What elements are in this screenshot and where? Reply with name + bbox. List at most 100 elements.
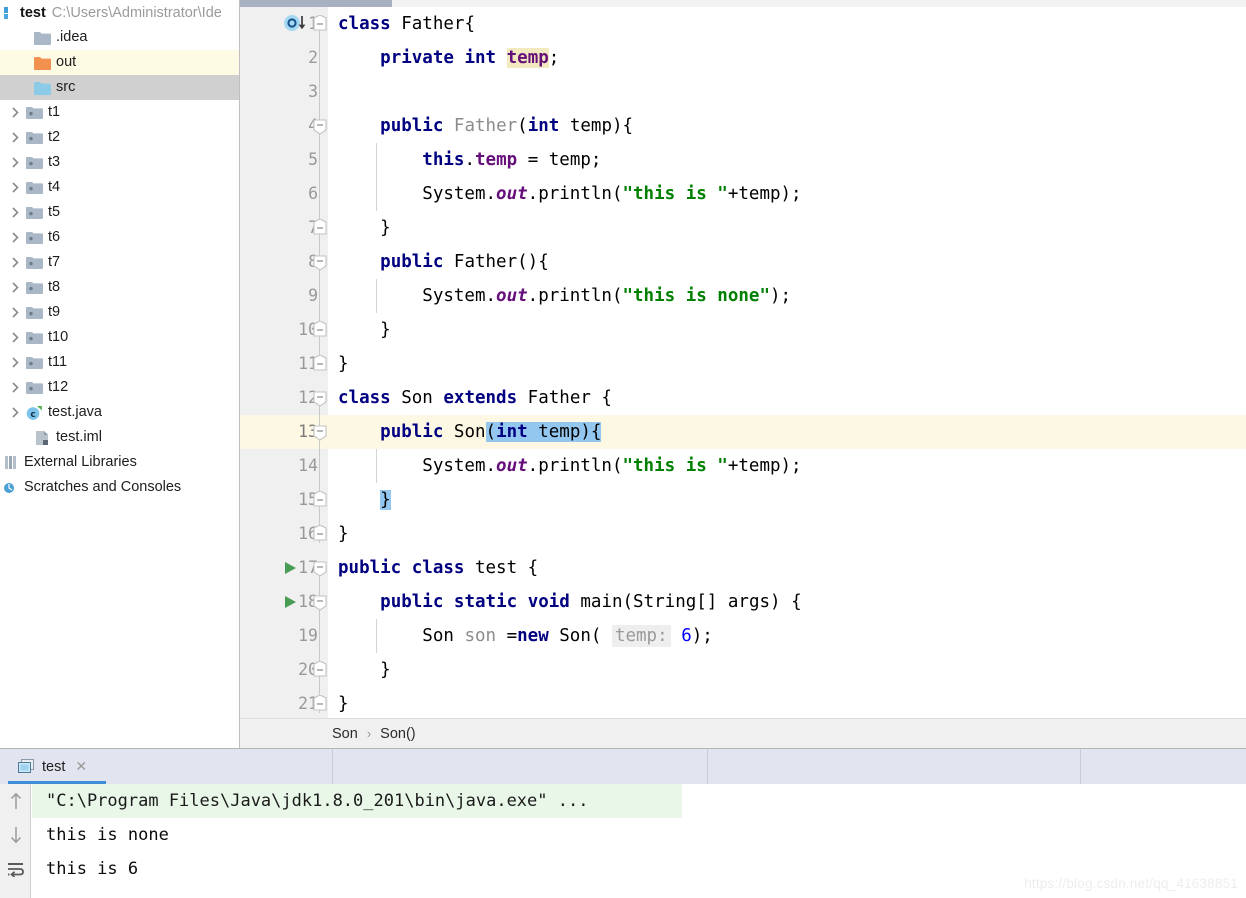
line-number: 20 [298,660,318,679]
fold-marker-expand[interactable] [312,483,328,517]
tree-expand-arrow-icon[interactable] [6,207,24,218]
editor-gutter[interactable]: 1 2 3 4 5 6 7 8 9 10 11 12 13 14 15 16 17 18 19 20 21 [240,7,329,718]
tree-expand-arrow-icon[interactable] [6,132,24,143]
arrow-up-icon[interactable] [0,784,31,818]
run-tab-test[interactable]: test ✕ [6,749,97,784]
package-icon [24,129,44,147]
tree-expand-arrow-icon[interactable] [6,282,24,293]
package-icon [24,379,44,397]
tree-item-t10[interactable]: t10 [0,325,239,350]
code-line[interactable]: System.out.println("this is "+temp); [328,449,1246,483]
console-output[interactable]: "C:\Program Files\Java\jdk1.8.0_201\bin\… [32,784,1246,898]
code-line[interactable]: } [328,483,1246,517]
folder-blue-icon [32,79,52,97]
code-line[interactable]: Son son =new Son( temp: 6); [328,619,1246,653]
tree-item-label: src [56,79,76,96]
code-line[interactable]: class Son extends Father { [328,381,1246,415]
console-toolbar[interactable] [0,784,31,898]
code-line[interactable]: } [328,211,1246,245]
folder-gray-icon [32,29,52,47]
tree-item-t8[interactable]: t8 [0,275,239,300]
tree-item-t4[interactable]: t4 [0,175,239,200]
code-line[interactable]: this.temp = temp; [328,143,1246,177]
fold-marker-collapse[interactable] [312,7,328,41]
tree-item-idea[interactable]: .idea [0,25,239,50]
code-line[interactable]: public static void main(String[] args) { [328,585,1246,619]
tree-item-out[interactable]: out [0,50,239,75]
tree-item-test-java[interactable]: c test.java [0,400,239,425]
fold-marker-collapse[interactable] [312,585,328,619]
tree-expand-arrow-icon[interactable] [6,357,24,368]
code-line[interactable]: } [328,517,1246,551]
code-line[interactable]: public class test { [328,551,1246,585]
tree-item-t5[interactable]: t5 [0,200,239,225]
tree-item-t7[interactable]: t7 [0,250,239,275]
tree-expand-arrow-icon[interactable] [6,257,24,268]
code-line[interactable]: } [328,653,1246,687]
tree-item-t12[interactable]: t12 [0,375,239,400]
tree-item-project-root[interactable]: test C:\Users\Administrator\Ide [0,0,239,25]
fold-marker-collapse[interactable] [312,381,328,415]
tree-expand-arrow-icon[interactable] [6,107,24,118]
code-editor[interactable]: 1 2 3 4 5 6 7 8 9 10 11 12 13 14 15 16 17 18 19 20 21 [240,0,1246,718]
code-line[interactable]: } [328,687,1246,721]
tree-item-scratches-and-consoles[interactable]: Scratches and Consoles [0,475,239,500]
tree-item-t2[interactable]: t2 [0,125,239,150]
code-line[interactable]: System.out.println("this is none"); [328,279,1246,313]
close-icon[interactable]: ✕ [75,758,87,775]
tree-item-t11[interactable]: t11 [0,350,239,375]
breadcrumb-item-method[interactable]: Son() [378,726,417,742]
tree-item-t3[interactable]: t3 [0,150,239,175]
tree-expand-arrow-icon[interactable] [6,407,24,418]
run-class-icon[interactable] [282,551,298,585]
arrow-down-icon[interactable] [0,818,31,852]
editor-horizontal-scrollbar-track[interactable] [240,0,1246,7]
tree-item-label: t1 [48,104,61,121]
tree-expand-arrow-icon[interactable] [6,332,24,343]
tab-cell-divider [1081,749,1246,784]
line-number: 8 [308,252,318,271]
code-line[interactable] [328,75,1246,109]
fold-marker-expand[interactable] [312,211,328,245]
soft-wrap-icon[interactable] [0,852,31,886]
tree-item-t1[interactable]: t1 [0,100,239,125]
code-line[interactable]: } [328,347,1246,381]
tree-expand-arrow-icon[interactable] [6,307,24,318]
code-line[interactable]: private int temp; [328,41,1246,75]
fold-marker-expand[interactable] [312,347,328,381]
code-line[interactable]: public Son(int temp){ [328,415,1246,449]
fold-marker-collapse[interactable] [312,551,328,585]
line-number: 15 [298,490,318,509]
code-text-area[interactable]: class Father{ private int temp; public F… [328,7,1246,718]
tree-item-label: t7 [48,254,61,271]
tree-item-external-libraries[interactable]: External Libraries [0,450,239,475]
fold-marker-expand[interactable] [312,687,328,721]
editor-horizontal-scrollbar-thumb[interactable] [240,0,392,7]
tree-item-test-iml[interactable]: test.iml [0,425,239,450]
breadcrumb[interactable]: Son › Son() [240,718,1246,748]
code-line[interactable]: class Father{ [328,7,1246,41]
tree-item-t9[interactable]: t9 [0,300,239,325]
tree-expand-arrow-icon[interactable] [6,232,24,243]
line-number: 6 [308,184,318,203]
code-line[interactable]: public Father(int temp){ [328,109,1246,143]
tree-item-src[interactable]: src [0,75,239,100]
fold-marker-collapse[interactable] [312,245,328,279]
tree-expand-arrow-icon[interactable] [6,382,24,393]
run-method-icon[interactable] [282,585,298,619]
code-line[interactable]: public Father(){ [328,245,1246,279]
run-tab-bar[interactable]: test ✕ [0,749,1246,784]
fold-marker-collapse[interactable] [312,415,328,449]
fold-marker-expand[interactable] [312,313,328,347]
fold-marker-expand[interactable] [312,653,328,687]
code-line[interactable]: System.out.println("this is "+temp); [328,177,1246,211]
fold-marker-expand[interactable] [312,517,328,551]
tree-expand-arrow-icon[interactable] [6,157,24,168]
implemented-by-icon[interactable] [280,7,314,41]
code-line[interactable]: } [328,313,1246,347]
project-tree-panel[interactable]: test C:\Users\Administrator\Ide .idea out… [0,0,240,748]
tree-item-t6[interactable]: t6 [0,225,239,250]
breadcrumb-item-class[interactable]: Son [330,726,360,742]
fold-marker-collapse[interactable] [312,109,328,143]
tree-expand-arrow-icon[interactable] [6,182,24,193]
